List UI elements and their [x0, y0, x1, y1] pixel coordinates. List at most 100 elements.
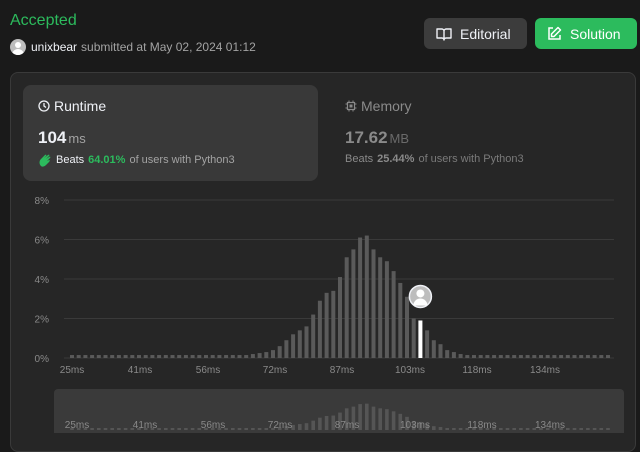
overview-x-tick-label: 25ms	[65, 420, 89, 431]
bar	[150, 355, 155, 358]
overview-bar	[599, 428, 604, 430]
overview-bar	[438, 427, 443, 430]
bar	[565, 355, 570, 358]
overview-bar	[525, 428, 530, 430]
bar	[197, 355, 202, 358]
bar	[103, 355, 108, 358]
bar	[492, 355, 497, 358]
bar	[183, 355, 188, 358]
overview-bar	[371, 406, 376, 430]
bar	[130, 355, 135, 358]
bar	[230, 355, 235, 358]
bar	[324, 292, 329, 358]
overview-bar	[304, 423, 309, 430]
x-tick-label: 56ms	[196, 365, 220, 376]
marker-avatar-head	[416, 289, 425, 298]
bar	[317, 300, 322, 358]
overview-bar	[499, 428, 503, 430]
bar	[257, 353, 262, 358]
bar	[358, 237, 363, 358]
bar	[170, 355, 175, 358]
y-tick-label: 6%	[35, 236, 50, 247]
overview-bar	[452, 428, 456, 430]
bar	[143, 355, 148, 358]
bar	[431, 340, 436, 358]
overview-bar	[157, 428, 161, 430]
bar	[472, 355, 476, 358]
bar	[304, 326, 309, 358]
bar	[445, 350, 450, 358]
overview-bar	[257, 428, 262, 430]
overview-x-tick-label: 134ms	[535, 420, 565, 431]
overview-bar	[566, 428, 570, 430]
overview-x-tick-label: 72ms	[268, 420, 292, 431]
overview-bar	[103, 428, 108, 430]
bar	[137, 355, 141, 358]
overview-bar	[519, 428, 523, 430]
overview-bar	[110, 428, 114, 430]
x-tick-label: 87ms	[330, 365, 354, 376]
x-tick-label: 103ms	[395, 365, 425, 376]
bar	[344, 257, 349, 358]
bar	[190, 355, 195, 358]
y-tick-label: 8%	[35, 196, 50, 207]
bar	[224, 355, 229, 358]
bar	[606, 355, 610, 358]
bar	[110, 355, 115, 358]
overview-bar	[177, 428, 181, 430]
y-tick-label: 4%	[35, 275, 50, 286]
bar	[297, 330, 302, 358]
overview-bar	[385, 409, 389, 430]
overview-bar	[378, 408, 382, 430]
bar	[157, 355, 162, 358]
overview-bar	[231, 428, 235, 430]
bar	[96, 355, 101, 358]
bar	[204, 355, 208, 358]
bar	[518, 355, 523, 358]
bar	[237, 355, 242, 358]
bar	[411, 318, 416, 358]
bar	[458, 354, 463, 358]
overview-bar	[311, 420, 315, 430]
overview-bar	[117, 428, 121, 430]
bar	[552, 355, 557, 358]
y-tick-label: 2%	[35, 315, 50, 326]
bar	[425, 330, 430, 358]
overview-bar	[184, 428, 188, 430]
overview-bar	[586, 428, 590, 430]
bar	[210, 355, 215, 358]
bar	[592, 355, 597, 358]
bar	[579, 355, 584, 358]
bar	[177, 355, 182, 358]
x-tick-label: 134ms	[530, 365, 560, 376]
bar	[438, 344, 443, 358]
bar	[378, 257, 383, 358]
bar	[338, 277, 342, 358]
overview-x-tick-label: 56ms	[201, 420, 225, 431]
overview-bar	[237, 428, 242, 430]
overview-bar	[164, 428, 168, 430]
overview-bar	[244, 428, 248, 430]
overview-bar	[365, 403, 369, 430]
bar	[559, 355, 564, 358]
bar	[545, 355, 550, 358]
bar	[391, 271, 396, 358]
overview-bar	[190, 428, 195, 430]
overview-bar	[432, 426, 436, 430]
bar	[364, 235, 369, 358]
bar	[405, 296, 409, 358]
overview-bar	[90, 428, 94, 430]
bar	[512, 355, 517, 358]
bar	[465, 355, 470, 358]
bar	[284, 340, 289, 358]
overview-bar	[606, 428, 610, 430]
bar	[123, 355, 128, 358]
overview-x-tick-label: 118ms	[467, 420, 496, 431]
bar	[599, 355, 604, 358]
overview-bar	[318, 417, 322, 430]
overview-bar	[505, 428, 510, 430]
overview-bar	[445, 428, 449, 430]
bar	[525, 355, 530, 358]
bar	[83, 355, 88, 358]
overview-bar	[123, 428, 128, 430]
